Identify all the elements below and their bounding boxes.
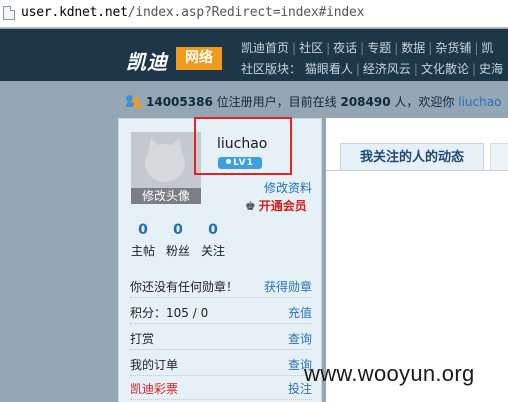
nav-item-shop[interactable]: 杂货铺 <box>435 41 471 55</box>
lottery-row: 凯迪彩票 投注 <box>130 376 312 400</box>
site-stats: 14005386 位注册用户，目前在线 208490 人，欢迎你 liuchao <box>126 93 501 110</box>
open-vip-link[interactable]: ♚ 开通会员 <box>245 197 307 214</box>
watermark-text: www.wooyun.org <box>304 361 475 386</box>
tip-row: 打赏 查询 <box>130 326 312 350</box>
url-path: /index.asp?Redirect=index#index <box>127 5 365 20</box>
get-medals-link[interactable]: 获得勋章 <box>264 278 312 295</box>
medals-row: 你还没有任何勋章！ 获得勋章 <box>130 274 312 298</box>
forum-item-history[interactable]: 史海 <box>479 62 503 76</box>
nav-item-night-talk[interactable]: 夜话 <box>333 41 357 55</box>
tip-query-link[interactable]: 查询 <box>288 330 312 347</box>
recharge-link[interactable]: 充值 <box>288 304 312 321</box>
nav-item-topics[interactable]: 专题 <box>367 41 391 55</box>
avatar[interactable]: 修改头像 <box>131 132 201 204</box>
following-count-value: 0 <box>208 222 218 238</box>
registered-count: 14005386 <box>146 95 213 109</box>
posts-count[interactable]: 0 主帖 <box>130 222 156 259</box>
tip-label: 打赏 <box>130 332 155 346</box>
posts-count-value: 0 <box>138 222 148 238</box>
url-host: user.kdnet.net <box>21 5 128 20</box>
posts-count-label: 主帖 <box>130 244 155 258</box>
nav-item-data[interactable]: 数据 <box>401 41 425 55</box>
edit-profile-link[interactable]: 修改资料 <box>264 179 312 196</box>
medals-label: 你还没有任何勋章！ <box>130 280 239 294</box>
open-vip-label: 开通会员 <box>258 199 307 213</box>
tab-following-feed[interactable]: 我关注的人的动态 <box>340 143 484 170</box>
fans-count-value: 0 <box>173 222 183 238</box>
forum-nav-label: 社区版块： <box>241 62 302 76</box>
top-nav: 凯迪首页 | 社区 | 夜话 | 专题 | 数据 | 杂货铺 | 凯 <box>241 41 494 55</box>
following-count-label: 关注 <box>200 244 225 258</box>
page-icon <box>3 6 15 20</box>
highlight-box <box>194 117 292 175</box>
forum-item-economy[interactable]: 经济风云 <box>363 62 411 76</box>
tab-next[interactable] <box>490 143 508 170</box>
points-label: 积分：105 / 0 <box>130 306 209 320</box>
forum-nav: 社区版块： 猫眼看人 | 经济风云 | 文化散论 | 史海 <box>241 62 504 76</box>
fans-count-label: 粉丝 <box>165 244 190 258</box>
fans-count[interactable]: 0 粉丝 <box>164 222 192 259</box>
crown-icon: ♚ <box>245 199 256 213</box>
url-text[interactable]: user.kdnet.net/index.asp?Redirect=index#… <box>21 5 364 20</box>
online-count: 208490 <box>340 95 391 109</box>
site-logo[interactable]: 凯迪 <box>126 46 168 75</box>
orders-label: 我的订单 <box>130 358 179 372</box>
profile-counts: 0 主帖 0 粉丝 0 关注 <box>130 222 240 264</box>
registered-label: 位注册用户，目前在线 <box>216 95 337 109</box>
edit-avatar-button[interactable]: 修改头像 <box>131 188 201 204</box>
nav-item-more[interactable]: 凯 <box>481 41 493 55</box>
users-icon <box>126 95 143 108</box>
welcome-username[interactable]: liuchao <box>458 95 501 109</box>
nav-item-home[interactable]: 凯迪首页 <box>241 41 289 55</box>
points-row: 积分：105 / 0 充值 <box>130 300 312 324</box>
nav-item-community[interactable]: 社区 <box>299 41 323 55</box>
following-count[interactable]: 0 关注 <box>199 222 227 259</box>
forum-item-culture[interactable]: 文化散论 <box>421 62 469 76</box>
site-logo-badge[interactable]: 网络 <box>176 47 222 70</box>
orders-row: 我的订单 查询 <box>130 352 312 376</box>
default-avatar-icon <box>145 144 185 182</box>
address-bar[interactable]: user.kdnet.net/index.asp?Redirect=index#… <box>0 0 508 28</box>
welcome-label: 人，欢迎你 <box>394 95 455 109</box>
forum-item-cat-eye[interactable]: 猫眼看人 <box>305 62 353 76</box>
lottery-label[interactable]: 凯迪彩票 <box>130 380 178 397</box>
